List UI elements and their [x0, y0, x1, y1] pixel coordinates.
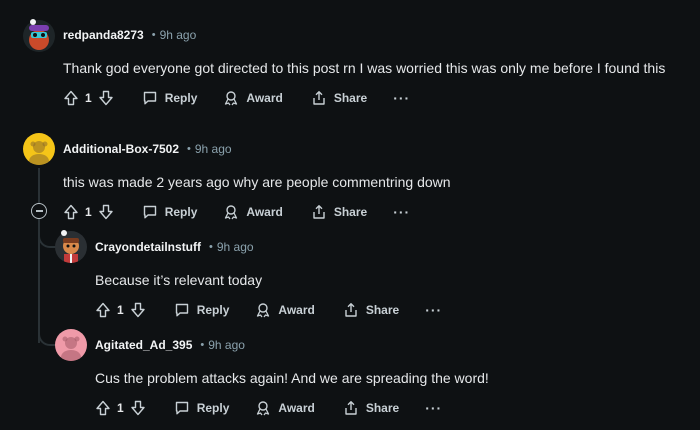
- more-options-button[interactable]: ···: [425, 303, 442, 317]
- more-options-button[interactable]: ···: [393, 91, 410, 105]
- arrow-up-icon: [64, 204, 78, 220]
- meta-separator: •: [200, 339, 205, 351]
- reply-label: Reply: [196, 401, 230, 415]
- reply-button[interactable]: Reply: [174, 302, 230, 318]
- downvote-button[interactable]: [98, 204, 114, 220]
- comment-actions: 1 Reply Award Share ···: [95, 298, 442, 322]
- comment-header: Crayondetailnstuff • 9h ago: [95, 240, 254, 254]
- vote-count: 1: [117, 303, 124, 317]
- vote-count: 1: [85, 205, 92, 219]
- share-button[interactable]: Share: [311, 90, 367, 106]
- reply-button[interactable]: Reply: [174, 400, 230, 416]
- comment-header: redpanda8273 • 9h ago: [63, 28, 196, 42]
- reply-button[interactable]: Reply: [142, 204, 198, 220]
- chat-bubble-icon: [143, 91, 156, 105]
- comment-body: Cus the problem attacks again! And we ar…: [95, 370, 489, 386]
- arrow-down-icon: [130, 400, 145, 416]
- comment-actions: 1 Reply Award Share ···: [63, 86, 410, 110]
- award-button[interactable]: Award: [255, 302, 315, 318]
- share-label: Share: [365, 401, 400, 415]
- award-icon: [225, 205, 238, 220]
- share-button[interactable]: Share: [343, 400, 399, 416]
- comment-body: Because it’s relevant today: [95, 272, 263, 288]
- share-button[interactable]: Share: [343, 302, 399, 318]
- online-indicator: [30, 19, 36, 25]
- timestamp[interactable]: 9h ago: [208, 338, 245, 352]
- username[interactable]: Agitated_Ad_395: [95, 338, 192, 352]
- reply-label: Reply: [196, 303, 230, 317]
- arrow-up-icon: [96, 302, 110, 318]
- arrow-up-icon: [96, 400, 110, 416]
- award-button[interactable]: Award: [223, 204, 283, 220]
- award-button[interactable]: Award: [255, 400, 315, 416]
- share-label: Share: [365, 303, 400, 317]
- downvote-button[interactable]: [130, 302, 146, 318]
- chat-bubble-icon: [175, 303, 188, 317]
- username[interactable]: Crayondetailnstuff: [95, 240, 201, 254]
- username[interactable]: redpanda8273: [63, 28, 144, 42]
- arrow-down-icon: [98, 90, 113, 106]
- reply-button[interactable]: Reply: [142, 90, 198, 106]
- award-icon: [257, 401, 270, 416]
- downvote-button[interactable]: [130, 400, 146, 416]
- comment-header: Agitated_Ad_395 • 9h ago: [95, 338, 245, 352]
- comment-body: this was made 2 years ago why are people…: [63, 174, 451, 190]
- share-label: Share: [333, 91, 368, 105]
- arrow-down-icon: [130, 302, 145, 318]
- chat-bubble-icon: [175, 401, 188, 415]
- upvote-button[interactable]: [63, 90, 79, 106]
- avatar[interactable]: [55, 231, 87, 263]
- share-icon: [345, 401, 357, 415]
- award-label: Award: [278, 303, 315, 317]
- comment-thread: redpanda8273 • 9h ago Thank god everyone…: [0, 0, 700, 430]
- arrow-down-icon: [98, 204, 113, 220]
- share-icon: [345, 303, 357, 317]
- award-label: Award: [246, 91, 283, 105]
- meta-separator: •: [151, 29, 156, 41]
- upvote-button[interactable]: [95, 302, 111, 318]
- timestamp[interactable]: 9h ago: [217, 240, 254, 254]
- upvote-button[interactable]: [63, 204, 79, 220]
- share-label: Share: [333, 205, 368, 219]
- comment-body: Thank god everyone got directed to this …: [63, 60, 666, 76]
- comment-actions: 1 Reply Award Share ···: [63, 200, 410, 224]
- timestamp[interactable]: 9h ago: [195, 142, 232, 156]
- vote-count: 1: [85, 91, 92, 105]
- comment-header: Additional-Box-7502 • 9h ago: [63, 142, 232, 156]
- award-label: Award: [278, 401, 315, 415]
- minus-icon: [35, 210, 43, 212]
- award-button[interactable]: Award: [223, 90, 283, 106]
- award-label: Award: [246, 205, 283, 219]
- reply-label: Reply: [164, 91, 198, 105]
- avatar[interactable]: [23, 20, 55, 52]
- share-icon: [313, 205, 325, 219]
- timestamp[interactable]: 9h ago: [160, 28, 197, 42]
- vote-count: 1: [117, 401, 124, 415]
- downvote-button[interactable]: [98, 90, 114, 106]
- upvote-button[interactable]: [95, 400, 111, 416]
- avatar[interactable]: [55, 329, 87, 361]
- award-icon: [257, 303, 270, 318]
- avatar[interactable]: [23, 133, 55, 165]
- share-button[interactable]: Share: [311, 204, 367, 220]
- thread-line[interactable]: [38, 168, 40, 206]
- meta-separator: •: [209, 241, 213, 253]
- username[interactable]: Additional-Box-7502: [63, 142, 179, 156]
- more-options-button[interactable]: ···: [425, 401, 442, 415]
- award-icon: [225, 91, 238, 106]
- meta-separator: •: [187, 143, 191, 155]
- collapse-thread-button[interactable]: [31, 203, 47, 219]
- comment-actions: 1 Reply Award Share ···: [95, 396, 442, 420]
- more-options-button[interactable]: ···: [393, 205, 410, 219]
- reply-label: Reply: [164, 205, 198, 219]
- chat-bubble-icon: [143, 205, 156, 219]
- online-indicator: [61, 230, 67, 236]
- arrow-up-icon: [64, 90, 78, 106]
- share-icon: [313, 91, 325, 105]
